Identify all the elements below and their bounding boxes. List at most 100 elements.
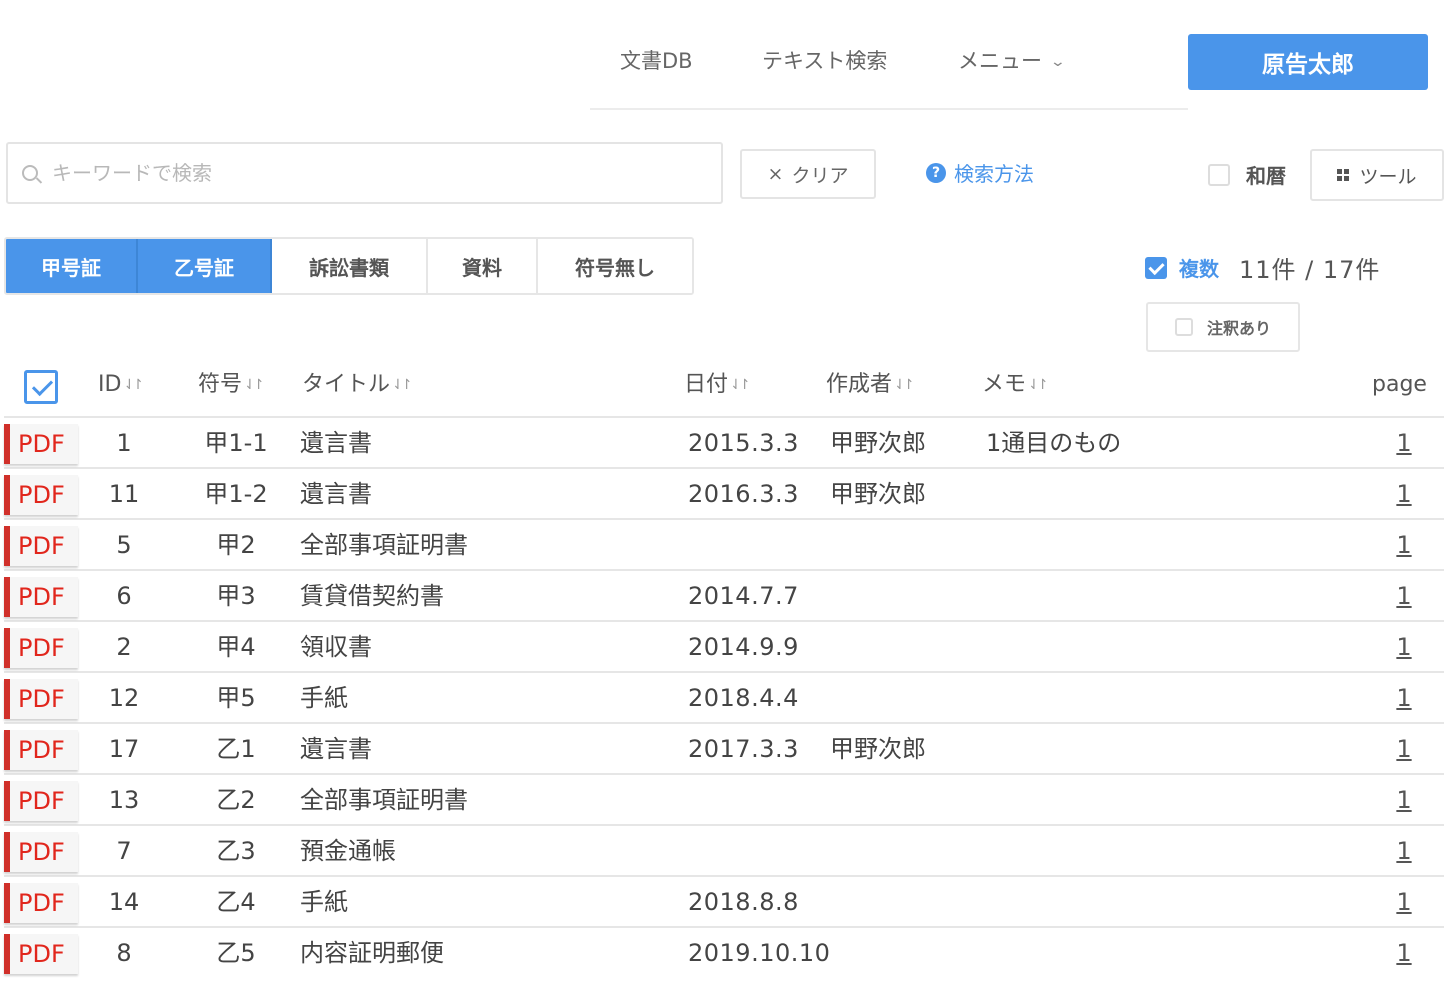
table-row: PDF 8 乙5 内容証明郵便 2019.10.10 1 [4, 928, 1444, 979]
table-row: PDF 2 甲4 領収書 2014.9.9 1 [4, 622, 1444, 673]
page-link[interactable]: 1 [1392, 571, 1416, 622]
search-help-label: 検索方法 [954, 162, 1034, 186]
column-header-date[interactable]: 日付 ⇃↾ [684, 370, 751, 400]
pdf-button[interactable]: PDF [4, 628, 78, 668]
sort-icon: ⇃↾ [392, 377, 413, 393]
column-header-title-label: タイトル [302, 372, 391, 397]
cell-id: 2 [116, 633, 132, 661]
cell-id: 17 [108, 735, 140, 763]
cell-date: 2015.3.3 [688, 429, 799, 457]
cell-date: 2014.9.9 [688, 633, 799, 661]
page-link[interactable]: 1 [1392, 622, 1416, 673]
tab-litigation-docs[interactable]: 訴訟書類 [272, 239, 428, 293]
cell-symbol: 乙5 [216, 939, 256, 967]
user-button[interactable]: 原告太郎 [1188, 34, 1428, 90]
search-icon [22, 165, 38, 181]
tab-materials[interactable]: 資料 [428, 239, 538, 293]
tool-button[interactable]: ツール [1310, 149, 1444, 201]
column-header-symbol[interactable]: 符号 ⇃↾ [198, 370, 265, 400]
cell-date: 2016.3.3 [688, 480, 799, 508]
nav-menu-label: メニュー [958, 49, 1042, 73]
table-row: PDF 13 乙2 全部事項証明書 1 [4, 775, 1444, 826]
cell-id: 5 [116, 531, 132, 559]
column-header-symbol-label: 符号 [198, 372, 243, 397]
column-header-memo[interactable]: メモ ⇃↾ [982, 370, 1049, 400]
annotation-label: 注釈あり [1206, 319, 1271, 338]
cell-id: 12 [108, 684, 140, 712]
column-header-memo-label: メモ [982, 372, 1027, 397]
cell-date: 2018.4.4 [688, 684, 799, 712]
annotation-filter[interactable]: 注釈あり [1146, 302, 1300, 352]
cell-id: 11 [108, 480, 140, 508]
page-link[interactable]: 1 [1392, 877, 1416, 928]
pdf-button[interactable]: PDF [4, 934, 78, 974]
cell-title: 預金通帳 [300, 837, 396, 865]
multi-select-toggle[interactable]: 複数 11件 / 17件 [1145, 250, 1380, 285]
table-row: PDF 11 甲1-2 遺言書 2016.3.3 甲野次郎 1 [4, 469, 1444, 520]
table-row: PDF 7 乙3 預金通帳 1 [4, 826, 1444, 877]
cell-author: 甲野次郎 [830, 480, 926, 508]
multi-select-checkbox[interactable] [1145, 256, 1167, 279]
table-row: PDF 17 乙1 遺言書 2017.3.3 甲野次郎 1 [4, 724, 1444, 775]
search-input[interactable] [52, 161, 692, 185]
nav-doc-db[interactable]: 文書DB [620, 46, 693, 76]
cell-title: 遺言書 [300, 480, 372, 508]
page-link[interactable]: 1 [1392, 928, 1416, 979]
cell-title: 全部事項証明書 [300, 786, 468, 814]
question-icon: ? [926, 162, 946, 183]
table-row: PDF 12 甲5 手紙 2018.4.4 1 [4, 673, 1444, 724]
cell-author: 甲野次郎 [830, 429, 926, 457]
cell-date: 2019.10.10 [688, 939, 831, 967]
search-help-link[interactable]: ? 検索方法 [926, 158, 1034, 187]
cell-id: 7 [116, 837, 132, 865]
column-header-page: page [1372, 372, 1427, 397]
wareki-label: 和暦 [1246, 164, 1286, 188]
category-tabs: 甲号証 乙号証 訴訟書類 資料 符号無し [4, 237, 694, 295]
page-link[interactable]: 1 [1392, 520, 1416, 571]
grid-icon [1337, 169, 1350, 181]
table-row: PDF 6 甲3 賃貸借契約書 2014.7.7 1 [4, 571, 1444, 622]
pdf-button[interactable]: PDF [4, 526, 78, 566]
nav-menu[interactable]: メニュー ⌄ [958, 46, 1066, 77]
column-header-id[interactable]: ID ⇃↾ [98, 370, 144, 400]
pdf-button[interactable]: PDF [4, 679, 78, 719]
nav-text-search[interactable]: テキスト検索 [762, 46, 887, 76]
pdf-button[interactable]: PDF [4, 832, 78, 872]
result-count: 11件 / 17件 [1239, 256, 1381, 284]
select-all-checkbox[interactable] [24, 370, 58, 404]
pdf-button[interactable]: PDF [4, 883, 78, 923]
table-row: PDF 14 乙4 手紙 2018.8.8 1 [4, 877, 1444, 928]
column-header-title[interactable]: タイトル ⇃↾ [302, 370, 413, 400]
clear-button[interactable]: × クリア [740, 149, 876, 199]
pdf-button[interactable]: PDF [4, 475, 78, 515]
page-link[interactable]: 1 [1392, 775, 1416, 826]
page-link[interactable]: 1 [1392, 673, 1416, 724]
cell-symbol: 乙1 [216, 735, 256, 763]
cell-id: 14 [108, 888, 140, 916]
page-link[interactable]: 1 [1392, 826, 1416, 877]
page-link[interactable]: 1 [1392, 469, 1416, 520]
tab-kou-gousho[interactable]: 甲号証 [6, 239, 138, 293]
pdf-button[interactable]: PDF [4, 781, 78, 821]
column-header-author[interactable]: 作成者 ⇃↾ [826, 370, 915, 400]
cell-title: 遺言書 [300, 429, 372, 457]
sort-icon: ⇃↾ [894, 377, 915, 393]
cell-title: 手紙 [300, 684, 348, 712]
column-header-date-label: 日付 [684, 372, 729, 397]
tab-otsu-gousho[interactable]: 乙号証 [138, 239, 272, 293]
column-header-author-label: 作成者 [826, 372, 893, 397]
multi-select-label: 複数 [1179, 257, 1219, 281]
annotation-checkbox[interactable] [1174, 318, 1193, 336]
tab-no-symbol[interactable]: 符号無し [538, 239, 692, 293]
pdf-button[interactable]: PDF [4, 730, 78, 770]
page-link[interactable]: 1 [1392, 724, 1416, 775]
pdf-button[interactable]: PDF [4, 577, 78, 617]
wareki-toggle[interactable]: 和暦 [1208, 160, 1286, 189]
wareki-checkbox[interactable] [1208, 163, 1230, 186]
cell-title: 手紙 [300, 888, 348, 916]
pdf-button[interactable]: PDF [4, 424, 78, 464]
cell-memo: 1通目のもの [986, 429, 1122, 457]
page-link[interactable]: 1 [1392, 418, 1416, 469]
cell-title: 内容証明郵便 [300, 939, 444, 967]
cell-symbol: 甲1-1 [204, 429, 268, 457]
